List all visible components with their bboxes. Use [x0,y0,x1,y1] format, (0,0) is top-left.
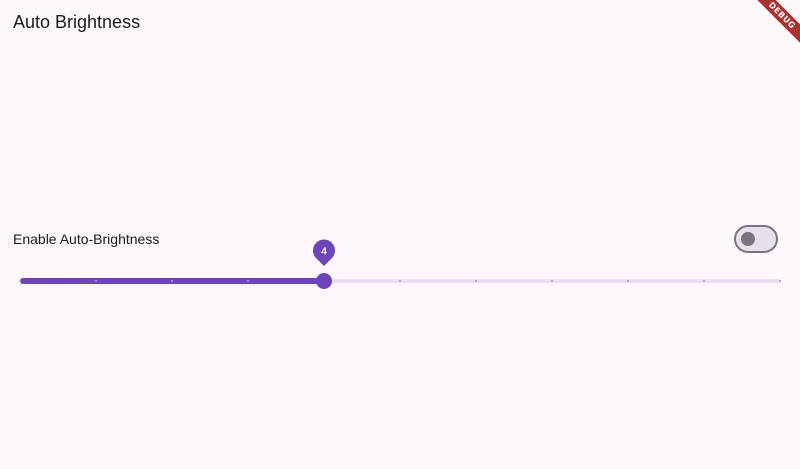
page-title: Auto Brightness [13,12,141,32]
slider-tick [779,280,781,282]
slider-tick [703,280,705,282]
auto-brightness-row: Enable Auto-Brightness [0,222,800,254]
debug-banner-label: DEBUG [749,0,800,49]
debug-banner: DEBUG [740,0,800,60]
app-bar: Auto Brightness [0,0,800,44]
slider-tick [171,280,173,282]
slider-tick [95,280,97,282]
auto-brightness-switch[interactable] [734,225,778,253]
slider-tick [475,280,477,282]
brightness-slider[interactable] [0,262,800,298]
slider-tick [247,280,249,282]
slider-thumb[interactable] [316,273,332,289]
switch-knob [741,232,755,246]
slider-tick [627,280,629,282]
slider-tick [19,280,21,282]
auto-brightness-label: Enable Auto-Brightness [13,231,160,247]
brightness-slider-graphic [19,273,781,289]
slider-tick [551,280,553,282]
slider-tick [399,280,401,282]
